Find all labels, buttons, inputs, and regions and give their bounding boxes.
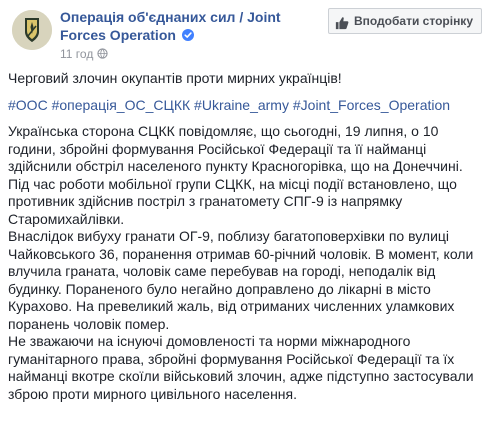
like-page-button-label: Вподобати сторінку (353, 14, 473, 28)
post-hashtags: #ООС #операція_ОС_СЦКК #Ukraine_army #Jo… (8, 97, 484, 115)
globe-icon (97, 48, 108, 59)
page-name[interactable]: Операція об'єднаних сил / Joint Forces O… (60, 9, 281, 43)
facebook-post: Операція об'єднаних сил / Joint Forces O… (0, 0, 490, 434)
page-avatar[interactable] (12, 10, 52, 50)
post-timestamp[interactable]: 11 год (60, 47, 93, 61)
post-paragraph: Не зважаючи на існуючі домовленості та н… (8, 333, 474, 402)
post-body: Черговий злочин окупантів проти мирних у… (8, 70, 484, 403)
hashtag-link[interactable]: #ООС (8, 97, 48, 113)
post-header: Операція об'єднаних сил / Joint Forces O… (8, 6, 482, 61)
post-meta: 11 год (60, 47, 108, 61)
post-paragraph: Внаслідок вибуху гранати ОГ-9, поблизу б… (8, 228, 474, 332)
like-page-button[interactable]: Вподобати сторінку (327, 8, 482, 34)
hashtag-link[interactable]: #операція_ОС_СЦКК (52, 97, 191, 113)
joint-forces-emblem-icon (12, 10, 52, 50)
hashtag-link[interactable]: #Ukraine_army (194, 97, 289, 113)
post-title: Черговий злочин окупантів проти мирних у… (8, 70, 342, 86)
verified-badge-icon (181, 29, 194, 41)
thumbs-up-icon (335, 14, 349, 30)
post-paragraph: Українська сторона СЦКК повідомляє, що с… (8, 123, 463, 227)
page-name-link[interactable]: Операція об'єднаних сил / Joint Forces O… (60, 8, 300, 44)
hashtag-link[interactable]: #Joint_Forces_Operation (293, 97, 450, 113)
